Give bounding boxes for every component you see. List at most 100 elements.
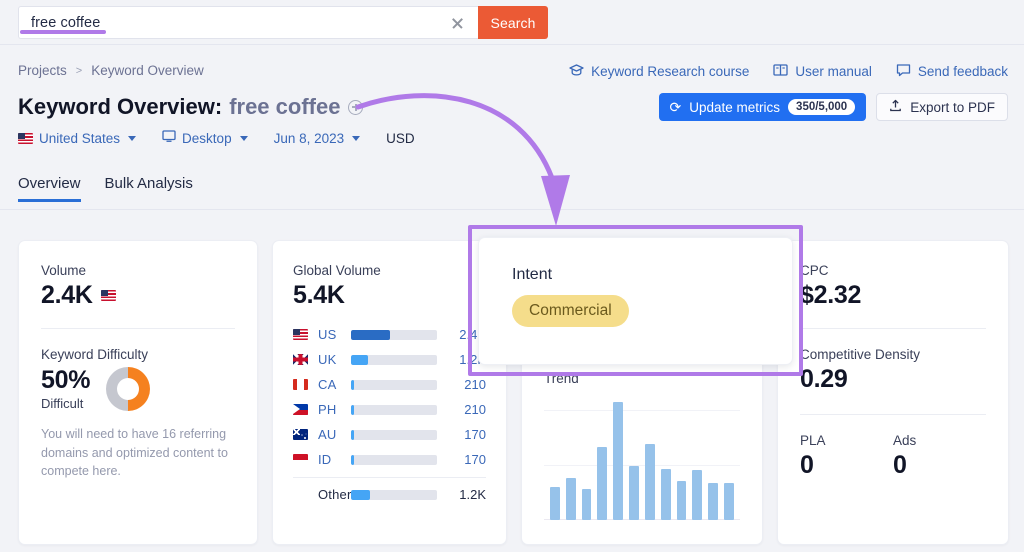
trend-bar[interactable] [692, 470, 702, 520]
flag-uk-icon [293, 354, 308, 365]
global-volume-value: 5.4K [293, 281, 486, 310]
page-title: Keyword Overview: free coffee [18, 94, 363, 120]
country-code: UK [318, 352, 344, 367]
country-code: CA [318, 377, 344, 392]
update-metrics-label: Update metrics [689, 100, 780, 115]
ads-value: 0 [893, 451, 986, 480]
upload-icon [889, 99, 902, 115]
clear-icon[interactable] [451, 16, 464, 29]
flag-ca-icon [293, 379, 308, 390]
country-row-au[interactable]: AU170 [293, 422, 486, 447]
country-bar [351, 380, 437, 390]
ads-column: Ads 0 [893, 433, 986, 480]
trend-label: Trend [544, 371, 740, 386]
breadcrumb-item-projects[interactable]: Projects [18, 63, 67, 78]
country-volume: 170 [444, 452, 486, 467]
flag-us-icon [101, 290, 116, 301]
trend-bar[interactable] [597, 447, 607, 520]
cpc-section: CPC $2.32 [778, 241, 1008, 310]
country-volume-other: 1.2K [444, 487, 486, 502]
trend-bar[interactable] [661, 469, 671, 520]
global-volume-label: Global Volume [293, 263, 486, 278]
page-title-keyword: free coffee [229, 94, 340, 120]
country-code: ID [318, 452, 344, 467]
pla-column: PLA 0 [800, 433, 893, 480]
trend-bar[interactable] [613, 402, 623, 520]
filter-country[interactable]: United States [18, 131, 136, 146]
search-input[interactable]: free coffee [18, 6, 478, 39]
flag-id-icon [293, 454, 308, 465]
pla-value: 0 [800, 451, 893, 480]
trend-bar[interactable] [582, 489, 592, 520]
chart-gridline [544, 410, 740, 411]
flag-us-icon [293, 329, 308, 340]
top-links: Keyword Research course User manual Send… [569, 63, 1008, 80]
chevron-down-icon [240, 136, 248, 141]
cpc-value: $2.32 [800, 281, 986, 310]
trend-bar[interactable] [677, 481, 687, 520]
country-bar [351, 355, 437, 365]
volume-section: Volume 2.4K [19, 241, 257, 310]
link-send-feedback[interactable]: Send feedback [896, 63, 1008, 80]
country-row-us[interactable]: US2.4K [293, 322, 486, 347]
plus-circle-icon[interactable] [348, 100, 363, 115]
filter-currency-label: USD [386, 131, 415, 146]
country-bar [351, 330, 437, 340]
filter-date-label: Jun 8, 2023 [274, 131, 345, 146]
tab-bar-divider [0, 209, 1024, 210]
country-row-other: Other 1.2K [293, 482, 486, 507]
trend-bar[interactable] [708, 483, 718, 520]
keyword-difficulty-donut-chart [106, 367, 150, 411]
volume-value: 2.4K [41, 281, 93, 310]
book-icon [773, 63, 788, 80]
country-volume-list: US2.4KUK1.2KCA210PH210AU170 ID 170 [293, 322, 486, 472]
volume-card: Volume 2.4K Keyword Difficulty 50% Diffi… [18, 240, 258, 545]
trend-bar[interactable] [724, 483, 734, 520]
tab-bulk-analysis[interactable]: Bulk Analysis [105, 175, 193, 202]
breadcrumb: Projects > Keyword Overview [18, 63, 204, 78]
action-buttons: ⟳ Update metrics 350/5,000 Export to PDF [659, 93, 1008, 121]
intent-popup: Intent Commercial [478, 237, 793, 365]
cpc-label: CPC [800, 263, 986, 278]
country-row-id[interactable]: ID 170 [293, 447, 486, 472]
country-bar [351, 430, 437, 440]
filter-device-label: Desktop [182, 131, 232, 146]
update-metrics-button[interactable]: ⟳ Update metrics 350/5,000 [659, 93, 867, 121]
country-row-ph[interactable]: PH210 [293, 397, 486, 422]
link-keyword-research-course[interactable]: Keyword Research course [569, 63, 749, 80]
country-row-ca[interactable]: CA210 [293, 372, 486, 397]
competitive-density-label: Competitive Density [800, 347, 986, 362]
country-code: AU [318, 427, 344, 442]
filter-bar: United States Desktop Jun 8, 2023 USD [18, 130, 415, 146]
tab-overview[interactable]: Overview [18, 175, 81, 202]
search-wrapper: free coffee Search [18, 6, 548, 39]
query-underline-annotation [20, 30, 106, 34]
filter-country-label: United States [39, 131, 120, 146]
ads-label: Ads [893, 433, 986, 448]
filter-currency: USD [386, 131, 415, 146]
chart-gridline [544, 465, 740, 466]
keyword-difficulty-value: 50% [41, 366, 90, 395]
flag-au-icon [293, 429, 308, 440]
trend-bar[interactable] [550, 487, 560, 520]
pla-ads-section: PLA 0 Ads 0 [778, 415, 1008, 480]
graduation-cap-icon [569, 63, 584, 80]
speech-bubble-icon [896, 63, 911, 80]
filter-date[interactable]: Jun 8, 2023 [274, 131, 361, 146]
breadcrumb-item-keyword-overview[interactable]: Keyword Overview [91, 63, 204, 78]
trend-bar-chart [544, 402, 740, 520]
search-input-value: free coffee [19, 15, 100, 31]
filter-device[interactable]: Desktop [162, 130, 248, 146]
trend-bar[interactable] [645, 444, 655, 520]
country-bar-other [351, 490, 437, 500]
export-to-pdf-button[interactable]: Export to PDF [876, 93, 1008, 121]
country-row-uk[interactable]: UK1.2K [293, 347, 486, 372]
search-button[interactable]: Search [478, 6, 548, 39]
competitive-density-value: 0.29 [800, 365, 986, 394]
trend-bar[interactable] [629, 466, 639, 520]
volume-value-row: 2.4K [41, 281, 235, 310]
link-user-manual[interactable]: User manual [773, 63, 872, 80]
volume-label: Volume [41, 263, 235, 278]
keyword-difficulty-row: 50% Difficult [41, 366, 235, 411]
trend-bar[interactable] [566, 478, 576, 520]
